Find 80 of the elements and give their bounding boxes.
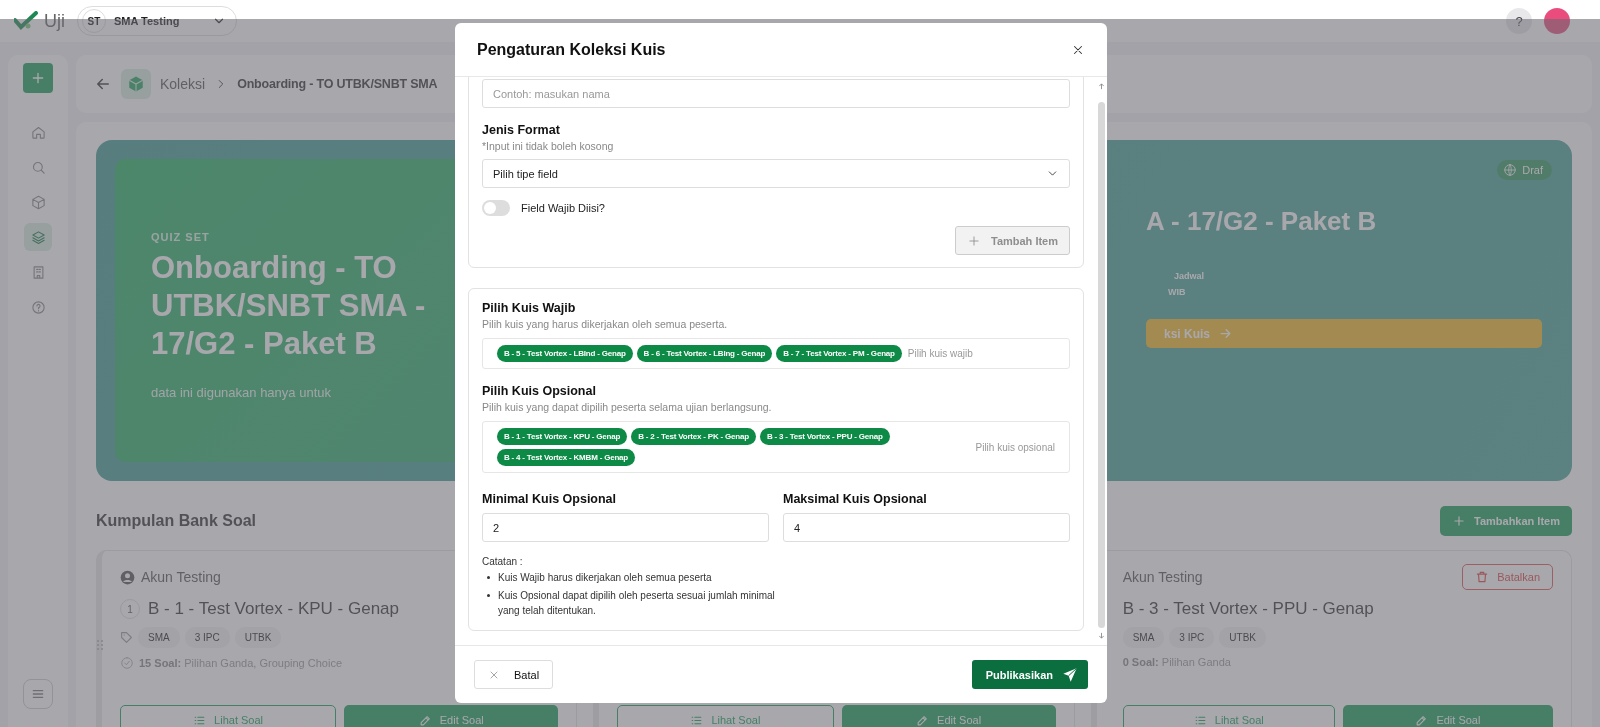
modal-title: Pengaturan Koleksi Kuis	[477, 40, 667, 59]
arrow-up-icon[interactable]	[1098, 83, 1105, 90]
tag-chip: UTBK	[1219, 627, 1266, 648]
pencil-icon	[418, 713, 432, 727]
note-text: Kuis Wajib harus dikerjakan oleh semua peserta	[498, 571, 712, 585]
menu-button[interactable]	[23, 679, 53, 709]
field-label: Minimal Kuis Opsional	[482, 492, 618, 506]
field-type-select[interactable]: Pilih tipe field	[482, 159, 1070, 188]
tag-chip: SMA	[138, 627, 180, 648]
tag-chip: UTBK	[234, 627, 282, 648]
quiz-select-field[interactable]: B - 1 - Test Vortex - KPU - Genap B - 2 - Test Vortex - PK - Genap B - 3 - Test Vortex - PPU - Genap B - 4 - Test Vortex - KMBM - Genap Pilih kuis opsional	[482, 421, 1070, 473]
bullet-icon	[487, 576, 490, 579]
quiz-chip[interactable]: B - 3 - Test Vortex - PPU - Genap	[759, 428, 890, 445]
logo-icon	[14, 11, 38, 31]
quiz-chip[interactable]: B - 1 - Test Vortex - KPU - Genap	[497, 428, 628, 445]
user-avatar[interactable]	[1544, 8, 1570, 34]
arrow-down-icon[interactable]	[1098, 632, 1105, 639]
bank-title: B - 3 - Test Vortex - PPU - Genap	[1122, 599, 1374, 619]
quiz-chip[interactable]: B - 2 - Test Vortex - PK - Genap	[631, 428, 756, 445]
section-title: Kumpulan Bank Soal	[96, 512, 257, 530]
field-hint: *Input ini tidak boleh kosong	[482, 140, 615, 152]
user-icon	[120, 569, 135, 585]
author-name: Akun Testing	[141, 569, 221, 585]
min-field[interactable]: 2	[482, 513, 769, 542]
quiz-select-field[interactable]: B - 5 - Test Vortex - LBInd - Genap B - 6 - Test Vortex - LBIng - Genap B - 7 - Test Vortex - PM - Genap Pilih kuis wajib	[482, 338, 1070, 369]
plus-icon	[967, 233, 981, 248]
tag-chip: SMA	[1122, 627, 1165, 648]
scrollbar[interactable]	[1098, 83, 1105, 639]
search-icon	[30, 159, 46, 175]
plus-icon	[30, 70, 46, 86]
toggle-label: Field Wajib Diisi?	[521, 202, 605, 214]
cube-icon	[30, 194, 46, 210]
breadcrumb-link[interactable]: Koleksi	[160, 76, 206, 92]
schedule-label: Jadwal	[1173, 271, 1205, 281]
banner-note: data ini digunakan hanya untuk	[151, 385, 331, 400]
field-label: Jenis Format	[482, 123, 561, 137]
tag-icon	[120, 631, 133, 644]
help-icon	[30, 299, 46, 315]
trash-icon	[1475, 570, 1490, 584]
sidebar-item[interactable]	[24, 223, 52, 251]
max-field[interactable]: 4	[783, 513, 1070, 542]
status-text: Draf	[1522, 164, 1543, 176]
bullet-icon	[487, 594, 490, 597]
notes-title: Catatan :	[482, 556, 524, 567]
quiz-chip[interactable]: B - 4 - Test Vortex - KMBM - Genap	[497, 449, 636, 466]
tag-chip: 3 IPC	[184, 627, 230, 648]
arrow-right-icon	[1218, 326, 1234, 341]
field-hint: Pilih kuis yang dapat dipilih peserta selama ujian berlangsung.	[482, 401, 773, 413]
pencil-icon	[1415, 713, 1429, 727]
layers-icon	[30, 229, 46, 245]
drag-handle-icon[interactable]	[96, 639, 104, 651]
field-label: Maksimal Kuis Opsional	[783, 492, 928, 506]
quiz-chip[interactable]: B - 7 - Test Vortex - PM - Genap	[776, 345, 902, 362]
cancel-button[interactable]: Batal	[474, 660, 554, 689]
banner-title: A - 17/G2 - Paket B	[1146, 206, 1378, 237]
name-field[interactable]: Contoh: masukan nama	[482, 79, 1070, 108]
plus-icon	[1452, 514, 1466, 528]
pencil-icon	[916, 713, 930, 727]
quiz-chip[interactable]: B - 6 - Test Vortex - LBIng - Genap	[636, 345, 773, 362]
create-button[interactable]	[23, 63, 53, 93]
collection-icon	[121, 69, 151, 99]
publish-button[interactable]: Publikasikan	[971, 660, 1088, 689]
building-icon	[30, 264, 46, 280]
author-name: Akun Testing	[1122, 569, 1203, 585]
tag-chip: 3 IPC	[1169, 627, 1215, 648]
field-label: Pilih Kuis Opsional	[482, 384, 597, 398]
send-icon	[1062, 666, 1078, 683]
field-label: Pilih Kuis Wajib	[482, 301, 577, 315]
quiz-chip[interactable]: B - 5 - Test Vortex - LBInd - Genap	[497, 345, 633, 362]
required-toggle[interactable]	[482, 200, 510, 216]
cancel-button[interactable]: Batalkan	[1462, 564, 1553, 590]
banner-eyebrow: QUIZ SET	[151, 231, 211, 243]
schedule-time: WIB	[1167, 287, 1187, 297]
breadcrumb-current: Onboarding - TO UTBK/SNBT SMA	[237, 77, 438, 91]
banner-title: Onboarding - TO UTBK/SNBT SMA - 17/G2 - Paket B	[151, 249, 427, 363]
home-icon	[30, 124, 46, 140]
note-text: Kuis Opsional dapat dipilih oleh peserta sesuai jumlah minimal yang telah ditentukan.	[498, 589, 776, 618]
globe-icon	[1503, 163, 1518, 177]
field-hint: Pilih kuis yang harus dikerjakan oleh semua peserta.	[482, 318, 729, 330]
bank-title: B - 1 - Test Vortex - KPU - Genap	[148, 599, 399, 619]
